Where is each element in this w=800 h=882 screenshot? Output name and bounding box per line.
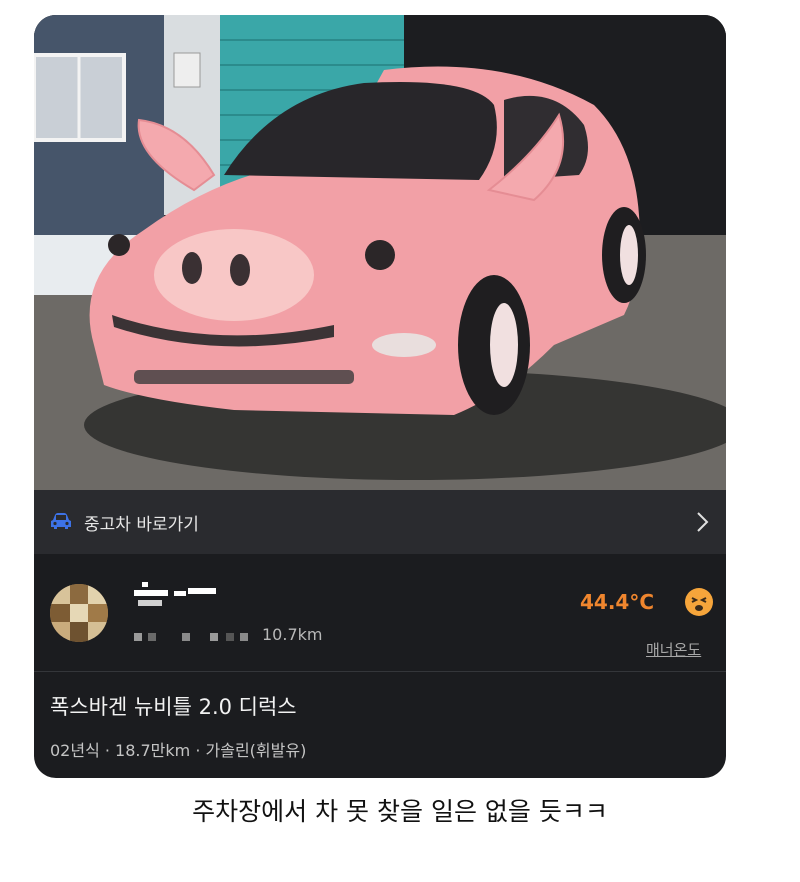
avatar[interactable] (50, 584, 108, 642)
listing-title: 폭스바겐 뉴비틀 2.0 디럭스 (50, 695, 297, 719)
listing-details: 02년식 · 18.7만km · 가솔린(휘발유) (50, 741, 307, 760)
manner-temperature-label[interactable]: 매너온도 (646, 639, 701, 660)
used-car-shortcut[interactable]: 중고차 바로가기 (34, 490, 726, 554)
listing-photo[interactable] (34, 15, 726, 490)
distance-text: 10.7km (262, 625, 323, 644)
listing-card: 중고차 바로가기 10.7km 44.4°C 매너온도 폭스바겐 뉴비틀 2.0… (34, 15, 726, 778)
seller-name-redacted (134, 582, 216, 606)
shortcut-label: 중고차 바로가기 (84, 515, 199, 535)
manner-temperature: 44.4°C (580, 590, 655, 614)
seller-location-redacted (134, 633, 248, 641)
divider (34, 671, 726, 672)
caption-text: 주차장에서 차 못 찾을 일은 없을 듯ㅋㅋ (192, 797, 608, 826)
chevron-right-icon[interactable] (696, 511, 710, 533)
seller-info[interactable]: 10.7km 44.4°C 매너온도 (34, 554, 726, 670)
smile-face-icon (685, 588, 713, 616)
car-icon (51, 513, 71, 529)
